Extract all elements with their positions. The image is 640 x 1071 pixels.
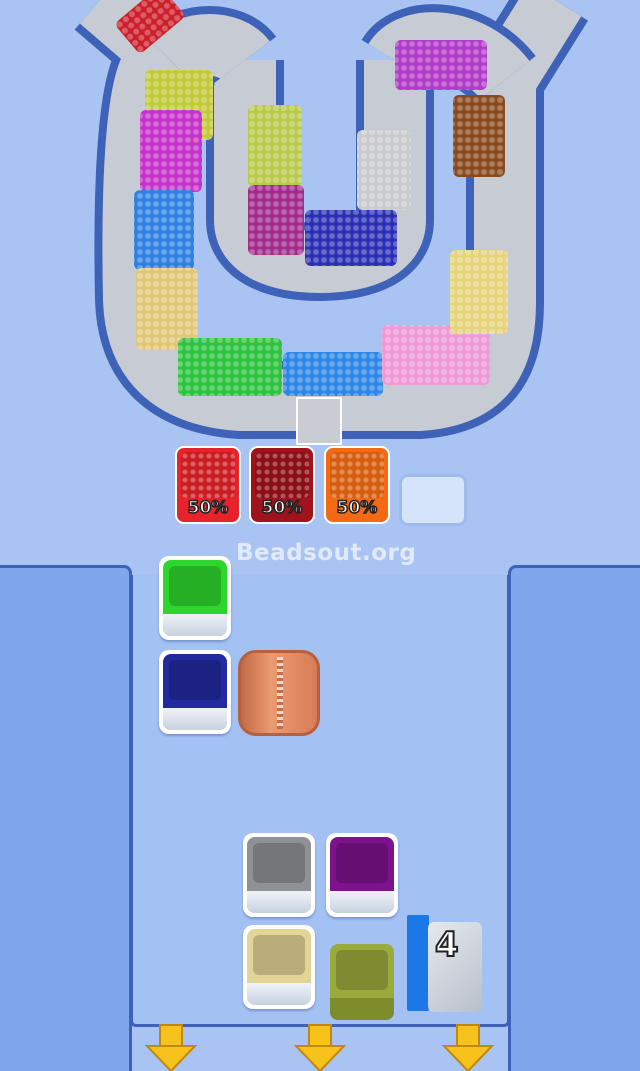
bead-fill xyxy=(181,452,235,498)
bead-texture xyxy=(453,95,505,177)
bead-texture xyxy=(357,130,411,210)
bead-fill xyxy=(255,452,309,498)
collector-slot: 50% xyxy=(175,446,241,524)
bead-texture xyxy=(140,110,202,192)
bead-texture xyxy=(305,210,397,266)
bead-track xyxy=(74,0,589,445)
down-arrow-icon xyxy=(144,1024,198,1071)
slot-progress-label: 50% xyxy=(336,497,378,519)
collector-slot: 50% xyxy=(249,446,315,524)
navy-box[interactable] xyxy=(159,650,231,734)
bead-texture xyxy=(248,105,302,187)
outlet-pipe xyxy=(296,397,342,445)
exit-arrows xyxy=(144,1024,495,1071)
bead-texture xyxy=(450,250,508,334)
empty-collector-slot xyxy=(399,474,467,526)
down-arrow-icon xyxy=(441,1024,495,1071)
gray-box[interactable] xyxy=(243,833,315,917)
bead-texture xyxy=(248,185,304,255)
remaining-count: 4 xyxy=(434,924,460,966)
left-wall xyxy=(0,565,132,1071)
slot-progress-label: 50% xyxy=(187,497,229,519)
game-stage: 50% 50% 50% Beadsout.org 4 xyxy=(0,0,640,1071)
watermark: Beadsout.org xyxy=(236,540,417,566)
remaining-bar xyxy=(407,915,429,1011)
bead-texture xyxy=(283,352,383,396)
bead-texture xyxy=(134,190,194,270)
cream-box[interactable] xyxy=(243,925,315,1009)
purple-box[interactable] xyxy=(326,833,398,917)
collector-slot: 50% xyxy=(324,446,390,524)
bead-texture xyxy=(178,338,282,396)
olive-box[interactable] xyxy=(326,940,398,1024)
right-wall xyxy=(508,565,640,1071)
thread-spool[interactable] xyxy=(238,650,320,736)
bead-fill xyxy=(330,452,384,498)
bead-texture xyxy=(136,268,198,350)
bead-texture xyxy=(395,40,487,90)
green-box[interactable] xyxy=(159,556,231,640)
down-arrow-icon xyxy=(293,1024,347,1071)
slot-progress-label: 50% xyxy=(261,497,303,519)
